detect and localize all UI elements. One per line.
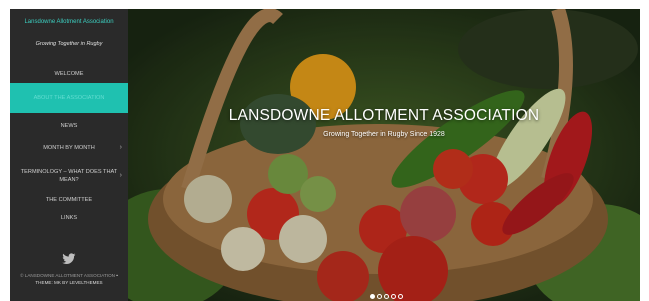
slider-dot[interactable] bbox=[384, 294, 389, 299]
theme-credit-link[interactable]: THEME: MK BY LEVELTHEMES bbox=[35, 280, 102, 285]
page-frame: Lansdowne Allotment Association Growing … bbox=[10, 9, 640, 301]
nav-item-links[interactable]: LINKS bbox=[10, 209, 128, 227]
hero-title: LANSDOWNE ALLOTMENT ASSOCIATION bbox=[228, 107, 540, 124]
nav-item-label: ABOUT THE ASSOCIATION bbox=[33, 95, 105, 101]
hero-subtitle: Growing Together in Rugby Since 1928 bbox=[323, 131, 445, 138]
nav-item-terminology[interactable]: TERMINOLOGY – WHAT DOES THAT MEAN? › bbox=[10, 161, 128, 191]
footer-credit: © LANSDOWNE ALLOTMENT ASSOCIATION • THEM… bbox=[16, 272, 122, 286]
copyright-text: © LANSDOWNE ALLOTMENT ASSOCIATION bbox=[20, 273, 115, 278]
nav-item-label: THE COMMITTEE bbox=[45, 197, 93, 203]
twitter-icon[interactable] bbox=[62, 253, 76, 265]
nav-item-welcome[interactable]: WELCOME bbox=[10, 65, 128, 83]
nav-item-committee[interactable]: THE COMMITTEE bbox=[10, 191, 128, 209]
hero-image bbox=[128, 9, 640, 301]
main-nav: WELCOME ABOUT THE ASSOCIATION NEWS MONTH… bbox=[10, 65, 128, 227]
sidebar: Lansdowne Allotment Association Growing … bbox=[10, 9, 128, 301]
footer-separator: • bbox=[116, 273, 118, 278]
chevron-right-icon[interactable]: › bbox=[120, 144, 122, 152]
nav-item-news[interactable]: NEWS bbox=[10, 117, 128, 135]
nav-item-label: NEWS bbox=[60, 123, 78, 129]
nav-item-label: TERMINOLOGY – WHAT DOES THAT MEAN? bbox=[20, 169, 118, 183]
nav-item-month-by-month[interactable]: MONTH BY MONTH › bbox=[10, 135, 128, 161]
slider-dot[interactable] bbox=[370, 294, 375, 299]
nav-item-label: LINKS bbox=[60, 215, 78, 221]
nav-item-label: MONTH BY MONTH bbox=[43, 145, 95, 151]
hero-slider[interactable]: LANSDOWNE ALLOTMENT ASSOCIATION Growing … bbox=[128, 9, 640, 301]
chevron-right-icon[interactable]: › bbox=[120, 172, 122, 180]
nav-item-label: WELCOME bbox=[54, 71, 84, 77]
nav-item-about[interactable]: ABOUT THE ASSOCIATION bbox=[10, 83, 128, 113]
site-tagline: Growing Together in Rugby bbox=[35, 41, 103, 47]
slider-dot[interactable] bbox=[398, 294, 403, 299]
slider-dot[interactable] bbox=[377, 294, 382, 299]
slider-pagination bbox=[370, 294, 403, 299]
site-title[interactable]: Lansdowne Allotment Association bbox=[10, 19, 128, 25]
slider-dot[interactable] bbox=[391, 294, 396, 299]
